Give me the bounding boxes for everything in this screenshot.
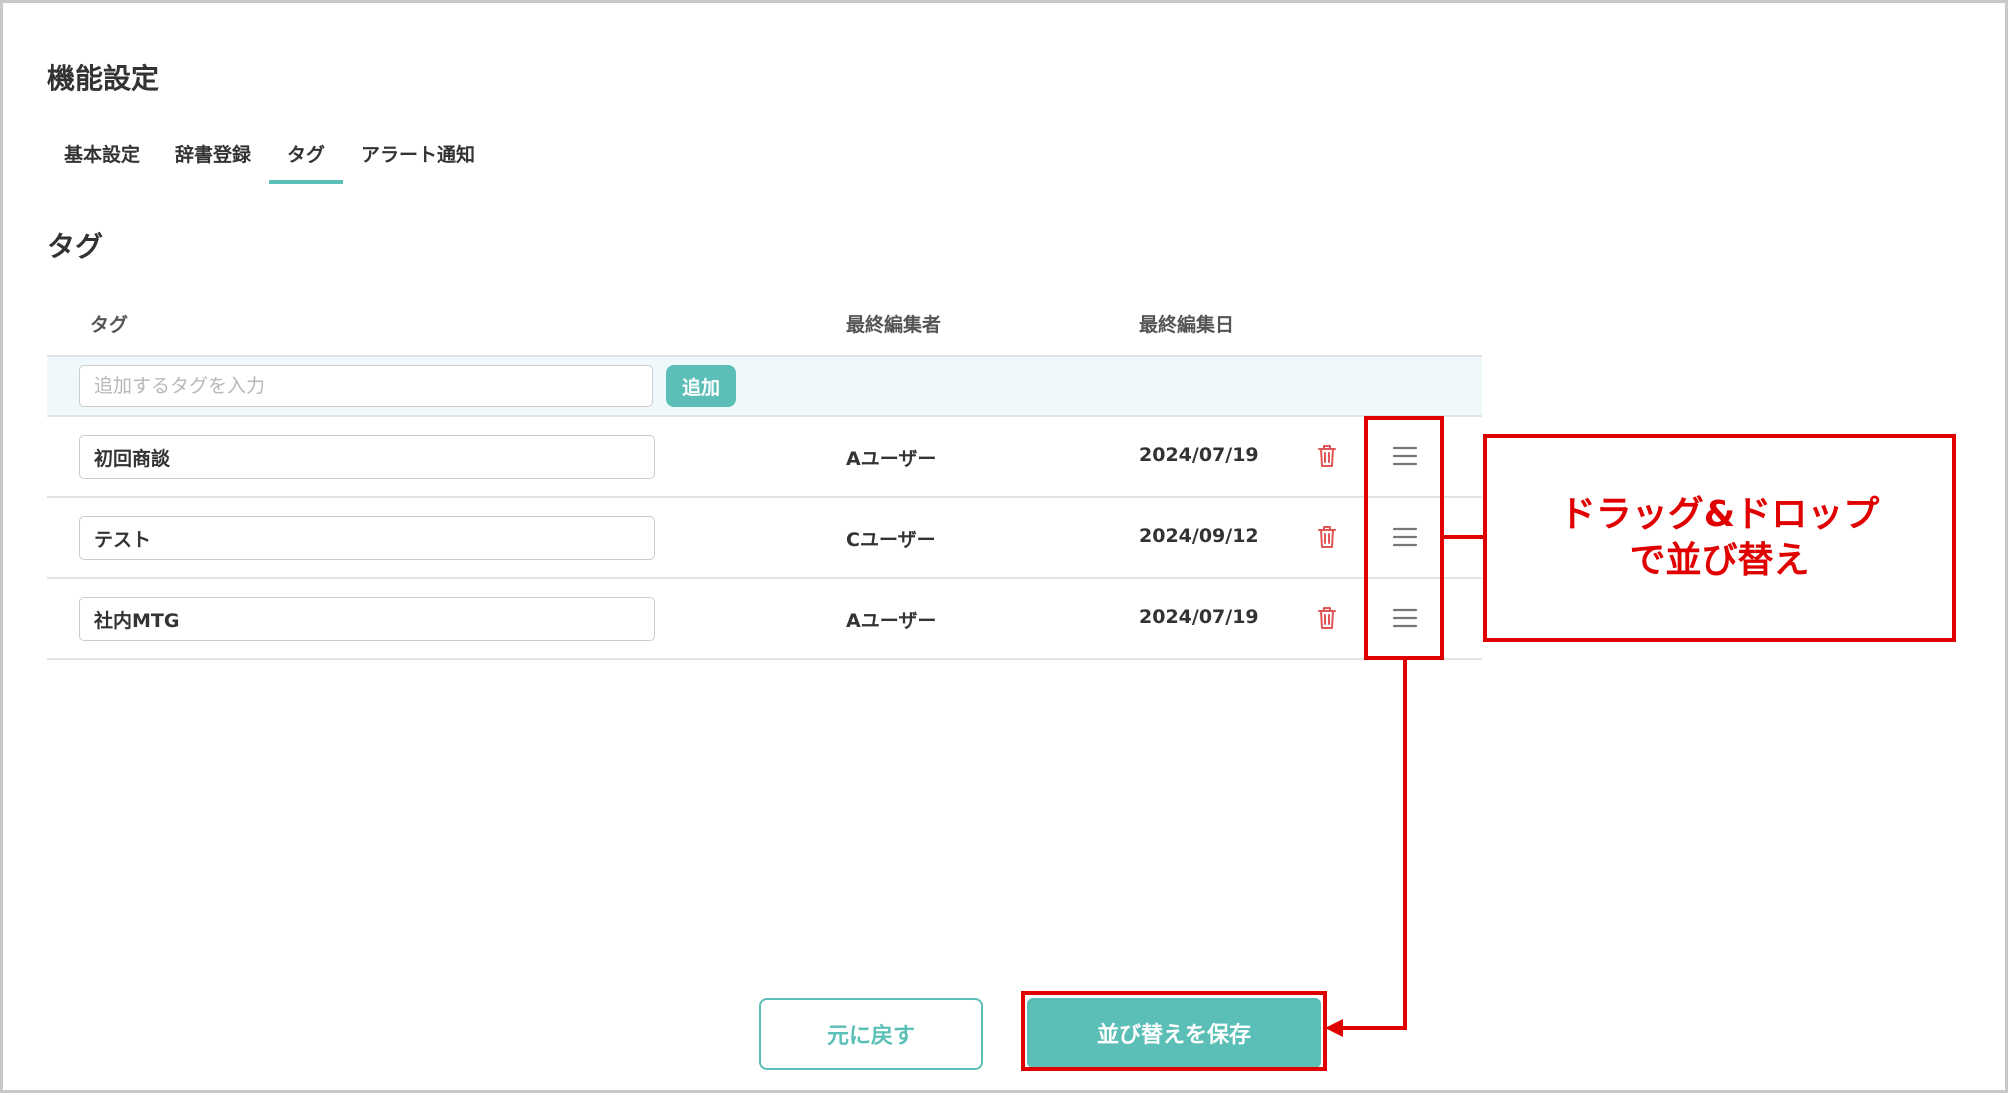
trash-icon[interactable] bbox=[1315, 605, 1339, 631]
add-tag-input[interactable] bbox=[79, 365, 653, 407]
tag-name-input[interactable] bbox=[79, 435, 655, 479]
annotation-connector bbox=[1340, 1026, 1407, 1030]
last-edited-date: 2024/07/19 bbox=[1139, 444, 1259, 466]
tab-alert-notification[interactable]: アラート通知 bbox=[361, 140, 475, 167]
annotation-highlight-drag-handles bbox=[1364, 416, 1444, 660]
active-tab-indicator bbox=[269, 180, 343, 184]
section-title: タグ bbox=[47, 230, 104, 263]
annotation-connector bbox=[1444, 535, 1483, 539]
page-title: 機能設定 bbox=[47, 62, 160, 95]
column-header-last-editor: 最終編集者 bbox=[846, 314, 942, 336]
table-row: Cユーザー 2024/09/12 bbox=[47, 498, 1482, 579]
tab-tags[interactable]: タグ bbox=[287, 140, 325, 167]
tab-basic-settings[interactable]: 基本設定 bbox=[64, 140, 140, 167]
column-header-tag: タグ bbox=[90, 314, 129, 336]
add-tag-button[interactable]: 追加 bbox=[666, 365, 736, 407]
last-editor: Aユーザー bbox=[846, 448, 937, 470]
annotation-arrow-head bbox=[1325, 1019, 1343, 1037]
tag-name-input[interactable] bbox=[79, 516, 655, 560]
add-tag-row: 追加 bbox=[47, 357, 1482, 417]
callout-text-line1: ドラッグ&ドロップ bbox=[1559, 494, 1880, 535]
revert-button[interactable]: 元に戻す bbox=[759, 998, 983, 1070]
last-edited-date: 2024/07/19 bbox=[1139, 606, 1259, 628]
callout-text-line2: で並び替え bbox=[1629, 540, 1810, 581]
trash-icon[interactable] bbox=[1315, 443, 1339, 469]
annotation-callout: ドラッグ&ドロップ で並び替え bbox=[1483, 434, 1956, 642]
column-header-last-edited-date: 最終編集日 bbox=[1139, 314, 1235, 336]
annotation-connector bbox=[1403, 660, 1407, 1030]
last-edited-date: 2024/09/12 bbox=[1139, 525, 1259, 547]
annotation-highlight-save-button bbox=[1021, 991, 1327, 1071]
tab-dictionary[interactable]: 辞書登録 bbox=[175, 140, 251, 167]
last-editor: Cユーザー bbox=[846, 529, 936, 551]
table-row: Aユーザー 2024/07/19 bbox=[47, 417, 1482, 498]
trash-icon[interactable] bbox=[1315, 524, 1339, 550]
last-editor: Aユーザー bbox=[846, 610, 937, 632]
tag-name-input[interactable] bbox=[79, 597, 655, 641]
table-row: Aユーザー 2024/07/19 bbox=[47, 579, 1482, 660]
